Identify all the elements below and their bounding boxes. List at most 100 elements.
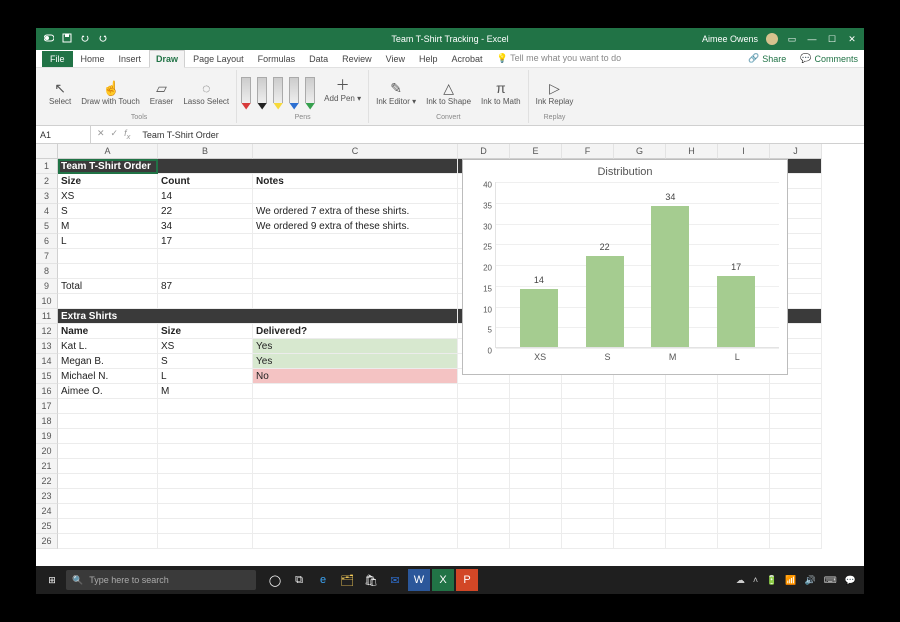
cell[interactable]	[253, 534, 458, 549]
maximize-icon[interactable]: ☐	[826, 34, 838, 45]
row-header[interactable]: 24	[36, 504, 58, 519]
cell[interactable]: 14	[158, 189, 253, 204]
cell[interactable]	[718, 489, 770, 504]
cell[interactable]	[770, 399, 822, 414]
volume-icon[interactable]: 🔊	[805, 575, 816, 586]
cell[interactable]	[510, 444, 562, 459]
cell[interactable]	[253, 414, 458, 429]
cell[interactable]	[666, 489, 718, 504]
cell[interactable]	[562, 384, 614, 399]
tray-up-icon[interactable]: ˄	[753, 575, 758, 585]
row-header[interactable]: 21	[36, 459, 58, 474]
row-header[interactable]: 14	[36, 354, 58, 369]
cell[interactable]	[770, 429, 822, 444]
cell[interactable]	[718, 399, 770, 414]
battery-icon[interactable]: 🔋	[766, 575, 777, 586]
row-header[interactable]: 11	[36, 309, 58, 324]
col-A[interactable]: A	[58, 144, 158, 159]
cell[interactable]: We ordered 9 extra of these shirts.	[253, 219, 458, 234]
row-header[interactable]: 17	[36, 399, 58, 414]
draw-touch-button[interactable]: ☝Draw with Touch	[78, 78, 143, 108]
cell[interactable]	[770, 459, 822, 474]
cell[interactable]	[718, 384, 770, 399]
edge-icon[interactable]: e	[312, 569, 334, 591]
cell[interactable]	[458, 399, 510, 414]
pen-highlighter-yellow[interactable]	[273, 77, 283, 103]
row-header[interactable]: 6	[36, 234, 58, 249]
cell[interactable]: L	[158, 369, 253, 384]
cell[interactable]: No	[253, 369, 458, 384]
cell[interactable]: Aimee O.	[58, 384, 158, 399]
word-icon[interactable]: W	[408, 569, 430, 591]
avatar[interactable]	[766, 33, 778, 45]
cell[interactable]	[158, 489, 253, 504]
cell[interactable]	[253, 264, 458, 279]
cell[interactable]	[718, 504, 770, 519]
cell[interactable]	[614, 474, 666, 489]
ink-to-shape-button[interactable]: △Ink to Shape	[423, 78, 474, 108]
cell[interactable]	[158, 444, 253, 459]
cell[interactable]	[158, 519, 253, 534]
cell[interactable]	[458, 444, 510, 459]
cell[interactable]: 34	[158, 219, 253, 234]
cell[interactable]	[58, 399, 158, 414]
tab-insert[interactable]: Insert	[113, 51, 148, 67]
cell[interactable]	[562, 399, 614, 414]
mail-icon[interactable]: ✉	[384, 569, 406, 591]
row-header[interactable]: 15	[36, 369, 58, 384]
tab-help[interactable]: Help	[413, 51, 444, 67]
col-G[interactable]: G	[614, 144, 666, 159]
select-button[interactable]: ↖Select	[46, 78, 74, 108]
cell[interactable]	[666, 459, 718, 474]
cell[interactable]	[614, 489, 666, 504]
cell[interactable]	[158, 399, 253, 414]
enter-icon[interactable]: ✓	[111, 128, 119, 141]
row-header[interactable]: 25	[36, 519, 58, 534]
row-header[interactable]: 23	[36, 489, 58, 504]
cell[interactable]	[770, 504, 822, 519]
cell[interactable]	[718, 474, 770, 489]
cell[interactable]	[770, 384, 822, 399]
row-header[interactable]: 26	[36, 534, 58, 549]
pen-highlighter-blue[interactable]	[289, 77, 299, 103]
row-header[interactable]: 9	[36, 279, 58, 294]
row-header[interactable]: 8	[36, 264, 58, 279]
powerpoint-icon[interactable]: P	[456, 569, 478, 591]
row-header[interactable]: 7	[36, 249, 58, 264]
cell[interactable]	[718, 519, 770, 534]
row-header[interactable]: 13	[36, 339, 58, 354]
row-header[interactable]: 22	[36, 474, 58, 489]
cell[interactable]: XS	[158, 339, 253, 354]
tell-me-search[interactable]: 💡 Tell me what you want to do	[491, 50, 628, 67]
worksheet[interactable]: A B C D E F G H I J 12345678910111213141…	[36, 144, 864, 576]
row-header[interactable]: 4	[36, 204, 58, 219]
row-header[interactable]: 16	[36, 384, 58, 399]
chart-bar[interactable]: 34	[651, 206, 689, 347]
col-J[interactable]: J	[770, 144, 822, 159]
user-name[interactable]: Aimee Owens	[702, 34, 758, 44]
cell[interactable]	[562, 429, 614, 444]
cell[interactable]	[458, 504, 510, 519]
row-header[interactable]: 19	[36, 429, 58, 444]
cell[interactable]: Michael N.	[58, 369, 158, 384]
row-header[interactable]: 10	[36, 294, 58, 309]
minimize-icon[interactable]: ―	[806, 34, 818, 44]
tab-view[interactable]: View	[380, 51, 411, 67]
cell[interactable]	[58, 444, 158, 459]
cell[interactable]: L	[58, 234, 158, 249]
chart-bar[interactable]: 22	[586, 256, 624, 347]
cell[interactable]: Notes	[253, 174, 458, 189]
cell[interactable]	[458, 414, 510, 429]
cell[interactable]	[253, 189, 458, 204]
cell[interactable]: 17	[158, 234, 253, 249]
file-explorer-icon[interactable]: 🗂	[336, 569, 358, 591]
pen-highlighter-green[interactable]	[305, 77, 315, 103]
cell[interactable]	[614, 414, 666, 429]
cell[interactable]	[770, 444, 822, 459]
cell[interactable]	[58, 489, 158, 504]
start-button[interactable]: ⊞	[40, 575, 64, 586]
cell[interactable]	[158, 294, 253, 309]
embedded-chart[interactable]: Distribution 051015202530354014223417 XS…	[462, 159, 788, 375]
cell[interactable]	[510, 429, 562, 444]
cell[interactable]	[666, 414, 718, 429]
